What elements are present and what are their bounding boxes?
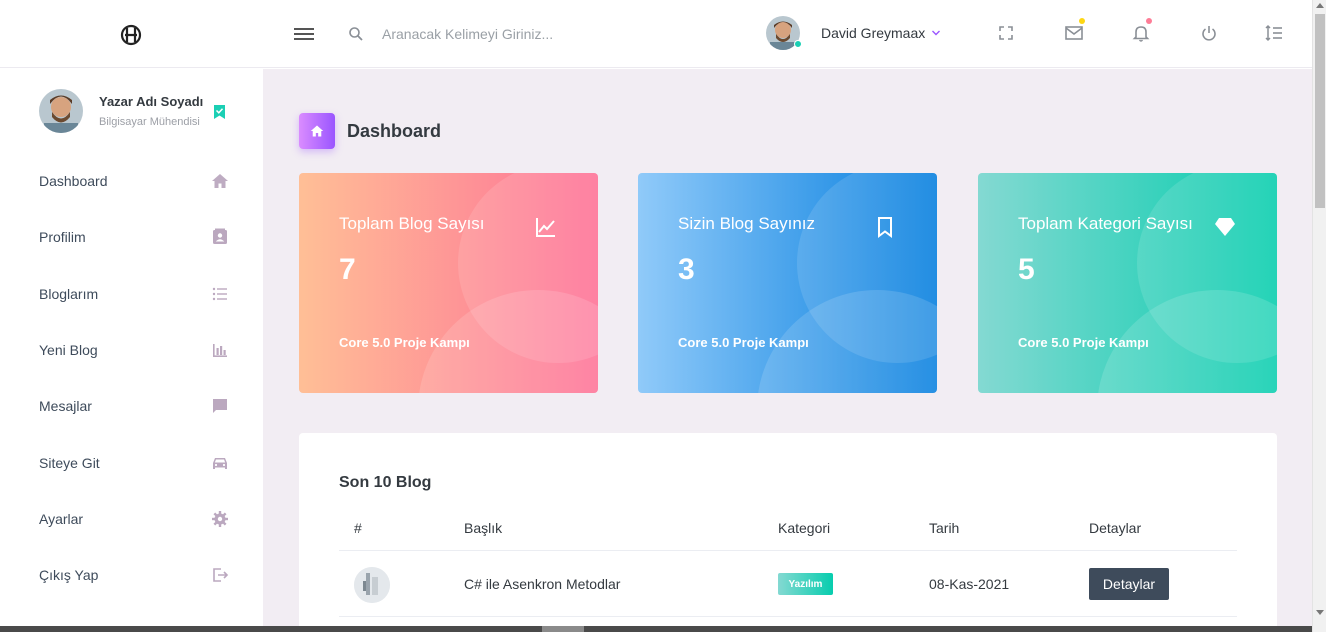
avatar xyxy=(39,89,83,133)
sidebar-item-dashboard[interactable]: Dashboard xyxy=(39,166,229,196)
blog-date: 08-Kas-2021 xyxy=(929,576,1010,592)
scroll-up-arrow-icon[interactable] xyxy=(1316,3,1324,8)
profile-name: Yazar Adı Soyadı xyxy=(99,94,204,109)
fullscreen-icon[interactable] xyxy=(996,23,1016,43)
top-navbar: David Greymaax xyxy=(0,0,1312,68)
menu-toggle-icon[interactable] xyxy=(293,25,315,43)
bell-icon xyxy=(1132,26,1150,42)
sidebar-item-yeni-blog[interactable]: Yeni Blog xyxy=(39,335,229,365)
sidebar-item-label: Ayarlar xyxy=(39,511,84,527)
table-title: Son 10 Blog xyxy=(339,474,432,491)
table-header: # Başlık Kategori Tarih Detaylar xyxy=(339,513,1237,551)
stat-card-your-blogs: Sizin Blog Sayınız 3 Core 5.0 Proje Kamp… xyxy=(638,173,937,393)
car-icon xyxy=(213,458,227,469)
sidebar-item-label: Dashboard xyxy=(39,173,108,189)
sidebar-item-siteye-git[interactable]: Siteye Git xyxy=(39,448,229,478)
card-title: Sizin Blog Sayınız xyxy=(678,214,816,233)
format-line-spacing-icon[interactable] xyxy=(1264,23,1284,43)
chevron-down-icon xyxy=(932,30,941,36)
scroll-thumb[interactable] xyxy=(1315,14,1325,208)
stat-card-total-categories: Toplam Kategori Sayısı 5 Core 5.0 Proje … xyxy=(978,173,1277,393)
user-menu[interactable]: David Greymaax xyxy=(766,16,941,50)
page-title: Dashboard xyxy=(347,121,442,141)
mail-button[interactable] xyxy=(1064,18,1085,43)
column-header-title: Başlık xyxy=(464,520,503,536)
main-content: Dashboard Toplam Blog Sayısı 7 Core 5.0 … xyxy=(263,69,1312,632)
sidebar-item-label: Siteye Git xyxy=(39,455,100,471)
sidebar: Yazar Adı Soyadı Bilgisayar Mühendisi Da… xyxy=(0,68,263,632)
search-input[interactable] xyxy=(382,20,682,48)
horizontal-scroll-thumb[interactable] xyxy=(542,626,584,632)
sidebar-item-ayarlar[interactable]: Ayarlar xyxy=(39,504,229,534)
card-footer: Core 5.0 Proje Kampı xyxy=(339,335,470,350)
sidebar-item-label: Mesajlar xyxy=(39,398,92,414)
sidebar-item-label: Çıkış Yap xyxy=(39,567,99,583)
recent-blogs-card: Son 10 Blog # Başlık Kategori Tarih Deta… xyxy=(299,433,1277,632)
mail-icon xyxy=(1065,26,1083,40)
sidebar-item-profilim[interactable]: Profilim xyxy=(39,222,229,252)
bookmark-icon xyxy=(878,217,892,238)
bell-badge xyxy=(1146,18,1152,24)
mail-badge xyxy=(1079,18,1085,24)
brand-logo-icon[interactable] xyxy=(120,24,142,46)
settings-icon xyxy=(212,511,228,527)
card-title: Toplam Kategori Sayısı xyxy=(1018,214,1193,233)
sidebar-item-bloglarim[interactable]: Bloglarım xyxy=(39,279,229,309)
card-value: 3 xyxy=(678,253,695,286)
avatar xyxy=(766,16,802,50)
profile-title: Bilgisayar Mühendisi xyxy=(99,116,200,128)
message-icon xyxy=(213,399,227,413)
card-title: Toplam Blog Sayısı xyxy=(339,214,485,233)
format-list-bulleted-icon xyxy=(212,287,227,301)
sidebar-item-cikis-yap[interactable]: Çıkış Yap xyxy=(39,560,229,590)
online-status-dot xyxy=(794,40,802,48)
sidebar-item-label: Bloglarım xyxy=(39,286,99,302)
horizontal-scrollbar[interactable] xyxy=(0,626,1312,632)
card-value: 7 xyxy=(339,253,356,286)
blog-title: C# ile Asenkron Metodlar xyxy=(464,576,621,592)
card-footer: Core 5.0 Proje Kampı xyxy=(678,335,809,350)
diamond-icon xyxy=(1215,218,1235,236)
card-value: 5 xyxy=(1018,253,1035,286)
table-row: C# ile Asenkron Metodlar Yazılım 08-Kas-… xyxy=(339,551,1237,617)
blog-thumbnail xyxy=(354,567,390,603)
logout-icon xyxy=(213,568,229,582)
user-name: David Greymaax xyxy=(821,25,926,41)
column-header-date: Tarih xyxy=(929,520,960,536)
vertical-scrollbar[interactable] xyxy=(1312,0,1326,632)
page-title-icon-box xyxy=(299,113,335,149)
category-badge: Yazılım xyxy=(778,573,833,595)
search-icon xyxy=(349,27,363,41)
column-header-details: Detaylar xyxy=(1089,520,1142,536)
home-icon xyxy=(310,125,324,137)
sidebar-item-mesajlar[interactable]: Mesajlar xyxy=(39,391,229,421)
home-icon xyxy=(212,174,228,188)
scroll-down-arrow-icon[interactable] xyxy=(1316,610,1324,615)
column-header-index: # xyxy=(354,520,362,536)
sidebar-item-label: Yeni Blog xyxy=(39,342,98,358)
bookmark-check-icon xyxy=(214,105,225,119)
sidebar-profile[interactable]: Yazar Adı Soyadı Bilgisayar Mühendisi xyxy=(39,89,239,133)
sidebar-item-label: Profilim xyxy=(39,229,86,245)
contacts-icon xyxy=(213,228,227,244)
chart-line-icon xyxy=(536,218,555,237)
column-header-category: Kategori xyxy=(778,520,831,536)
details-button[interactable]: Detaylar xyxy=(1089,568,1169,600)
notifications-button[interactable] xyxy=(1131,18,1152,43)
chart-bar-icon xyxy=(213,344,227,357)
power-icon[interactable] xyxy=(1199,23,1219,43)
stat-card-total-blogs: Toplam Blog Sayısı 7 Core 5.0 Proje Kamp… xyxy=(299,173,598,393)
card-footer: Core 5.0 Proje Kampı xyxy=(1018,335,1149,350)
